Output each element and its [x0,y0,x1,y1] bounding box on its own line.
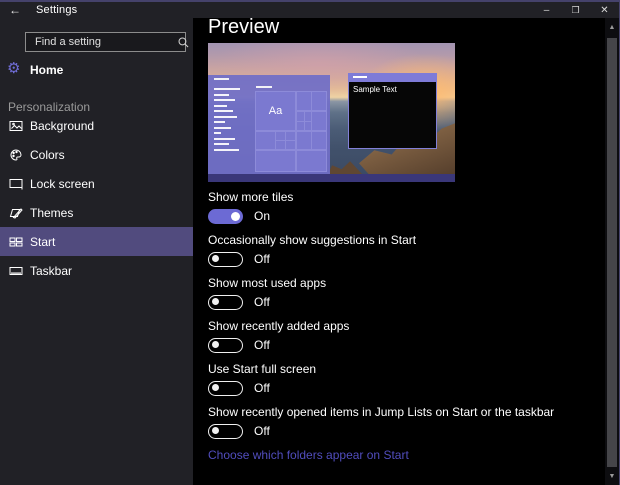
sidebar-item-lock-screen[interactable]: Lock screen [0,169,193,198]
preview-app-list [214,88,252,154]
scrollbar[interactable]: ▲ ▼ [605,18,619,485]
scroll-up-icon[interactable]: ▲ [605,20,619,34]
window-title: Settings [36,4,77,16]
sidebar-item-start[interactable]: Start [0,227,193,256]
preview-tile-quarters [297,112,311,130]
toggle-switch[interactable] [208,424,243,439]
toggle-state-label: On [254,209,270,223]
toggle-switch[interactable] [208,381,243,396]
preview-tile [256,132,275,149]
gear-icon: ⚙ [7,61,20,77]
preview-tiles-header-line [256,86,272,88]
toggle-knob [212,384,219,391]
preview-tile [312,112,326,130]
sidebar-item-label: Taskbar [30,264,72,278]
image-icon [8,118,24,134]
toggle-switch[interactable] [208,209,243,224]
setting-row: Show recently added apps Off [208,319,618,353]
close-button[interactable]: ✕ [590,2,619,18]
start-preview-image: Aa [208,43,455,182]
sidebar-item-label: Themes [30,206,73,220]
toggle-knob [212,255,219,262]
toggle-switch[interactable] [208,295,243,310]
toggle-knob [212,298,219,305]
sidebar-item-colors[interactable]: Colors [0,140,193,169]
sidebar-item-taskbar[interactable]: Taskbar [0,256,193,285]
sidebar-item-label: Background [30,119,94,133]
setting-label: Use Start full screen [208,362,618,376]
toggle-state-label: Off [254,295,270,309]
home-label: Home [30,63,63,77]
setting-row: Use Start full screen Off [208,362,618,396]
preview-sample-text: Sample Text [348,82,437,149]
setting-row: Occasionally show suggestions in Start O… [208,233,618,267]
scroll-down-icon[interactable]: ▼ [605,469,619,483]
settings-list: Show more tiles On Occasionally show sug… [208,190,618,439]
preview-taskbar [208,174,455,182]
lockscreen-icon [8,176,24,192]
preview-tile [312,132,326,149]
start-grid-icon [8,234,24,250]
toggle-state-label: Off [254,424,270,438]
setting-label: Show recently opened items in Jump Lists… [208,405,618,419]
setting-label: Show more tiles [208,190,618,204]
choose-folders-link[interactable]: Choose which folders appear on Start [208,448,618,462]
setting-label: Show recently added apps [208,319,618,333]
scrollbar-thumb[interactable] [607,38,617,467]
toggle-state-label: Off [254,381,270,395]
sidebar-item-home[interactable]: ⚙ Home [0,56,193,83]
preview-tile [297,92,311,110]
preview-tile [312,92,326,110]
setting-row: Show more tiles On [208,190,618,224]
search-box[interactable] [25,32,186,52]
toggle-state-label: Off [254,252,270,266]
maximize-button[interactable]: ❒ [561,2,590,18]
settings-window: ← Settings – ❒ ✕ ⚙ Home Personalization … [0,0,620,485]
preview-user-line [214,78,229,80]
preview-tile [297,151,326,171]
preview-rocks-small [328,158,362,174]
taskbar-icon [8,263,24,279]
preview-sample-window: Sample Text [348,73,437,149]
preview-tile-area: Aa [255,91,327,172]
setting-label: Occasionally show suggestions in Start [208,233,618,247]
toggle-switch[interactable] [208,252,243,267]
search-input[interactable] [26,36,177,48]
toggle-knob [231,212,240,221]
minimize-button[interactable]: – [532,2,561,18]
preview-tile-aa: Aa [256,92,295,130]
titlebar: ← Settings – ❒ ✕ [0,2,619,18]
sidebar-item-themes[interactable]: Themes [0,198,193,227]
setting-row: Show most used apps Off [208,276,618,310]
back-icon[interactable]: ← [0,3,30,17]
sidebar-item-label: Lock screen [30,177,95,191]
sidebar: ⚙ Home Personalization Background Colors… [0,18,193,485]
preview-tile [297,132,311,149]
sidebar-item-background[interactable]: Background [0,111,193,140]
sidebar-item-label: Start [30,235,55,249]
main-content: Preview Aa [193,18,618,485]
sidebar-item-label: Colors [30,148,65,162]
toggle-switch[interactable] [208,338,243,353]
toggle-knob [212,341,219,348]
themes-icon [8,205,24,221]
search-icon [177,36,190,49]
palette-icon [8,147,24,163]
page-title: Preview [208,18,618,40]
toggle-knob [212,427,219,434]
preview-sample-window-title-line [353,76,367,78]
toggle-state-label: Off [254,338,270,352]
preview-sample-window-titlebar [348,73,437,82]
preview-start-menu: Aa [208,75,330,174]
setting-row: Show recently opened items in Jump Lists… [208,405,618,439]
preview-tile-quarters [276,132,295,149]
setting-label: Show most used apps [208,276,618,290]
preview-tile [256,151,295,171]
